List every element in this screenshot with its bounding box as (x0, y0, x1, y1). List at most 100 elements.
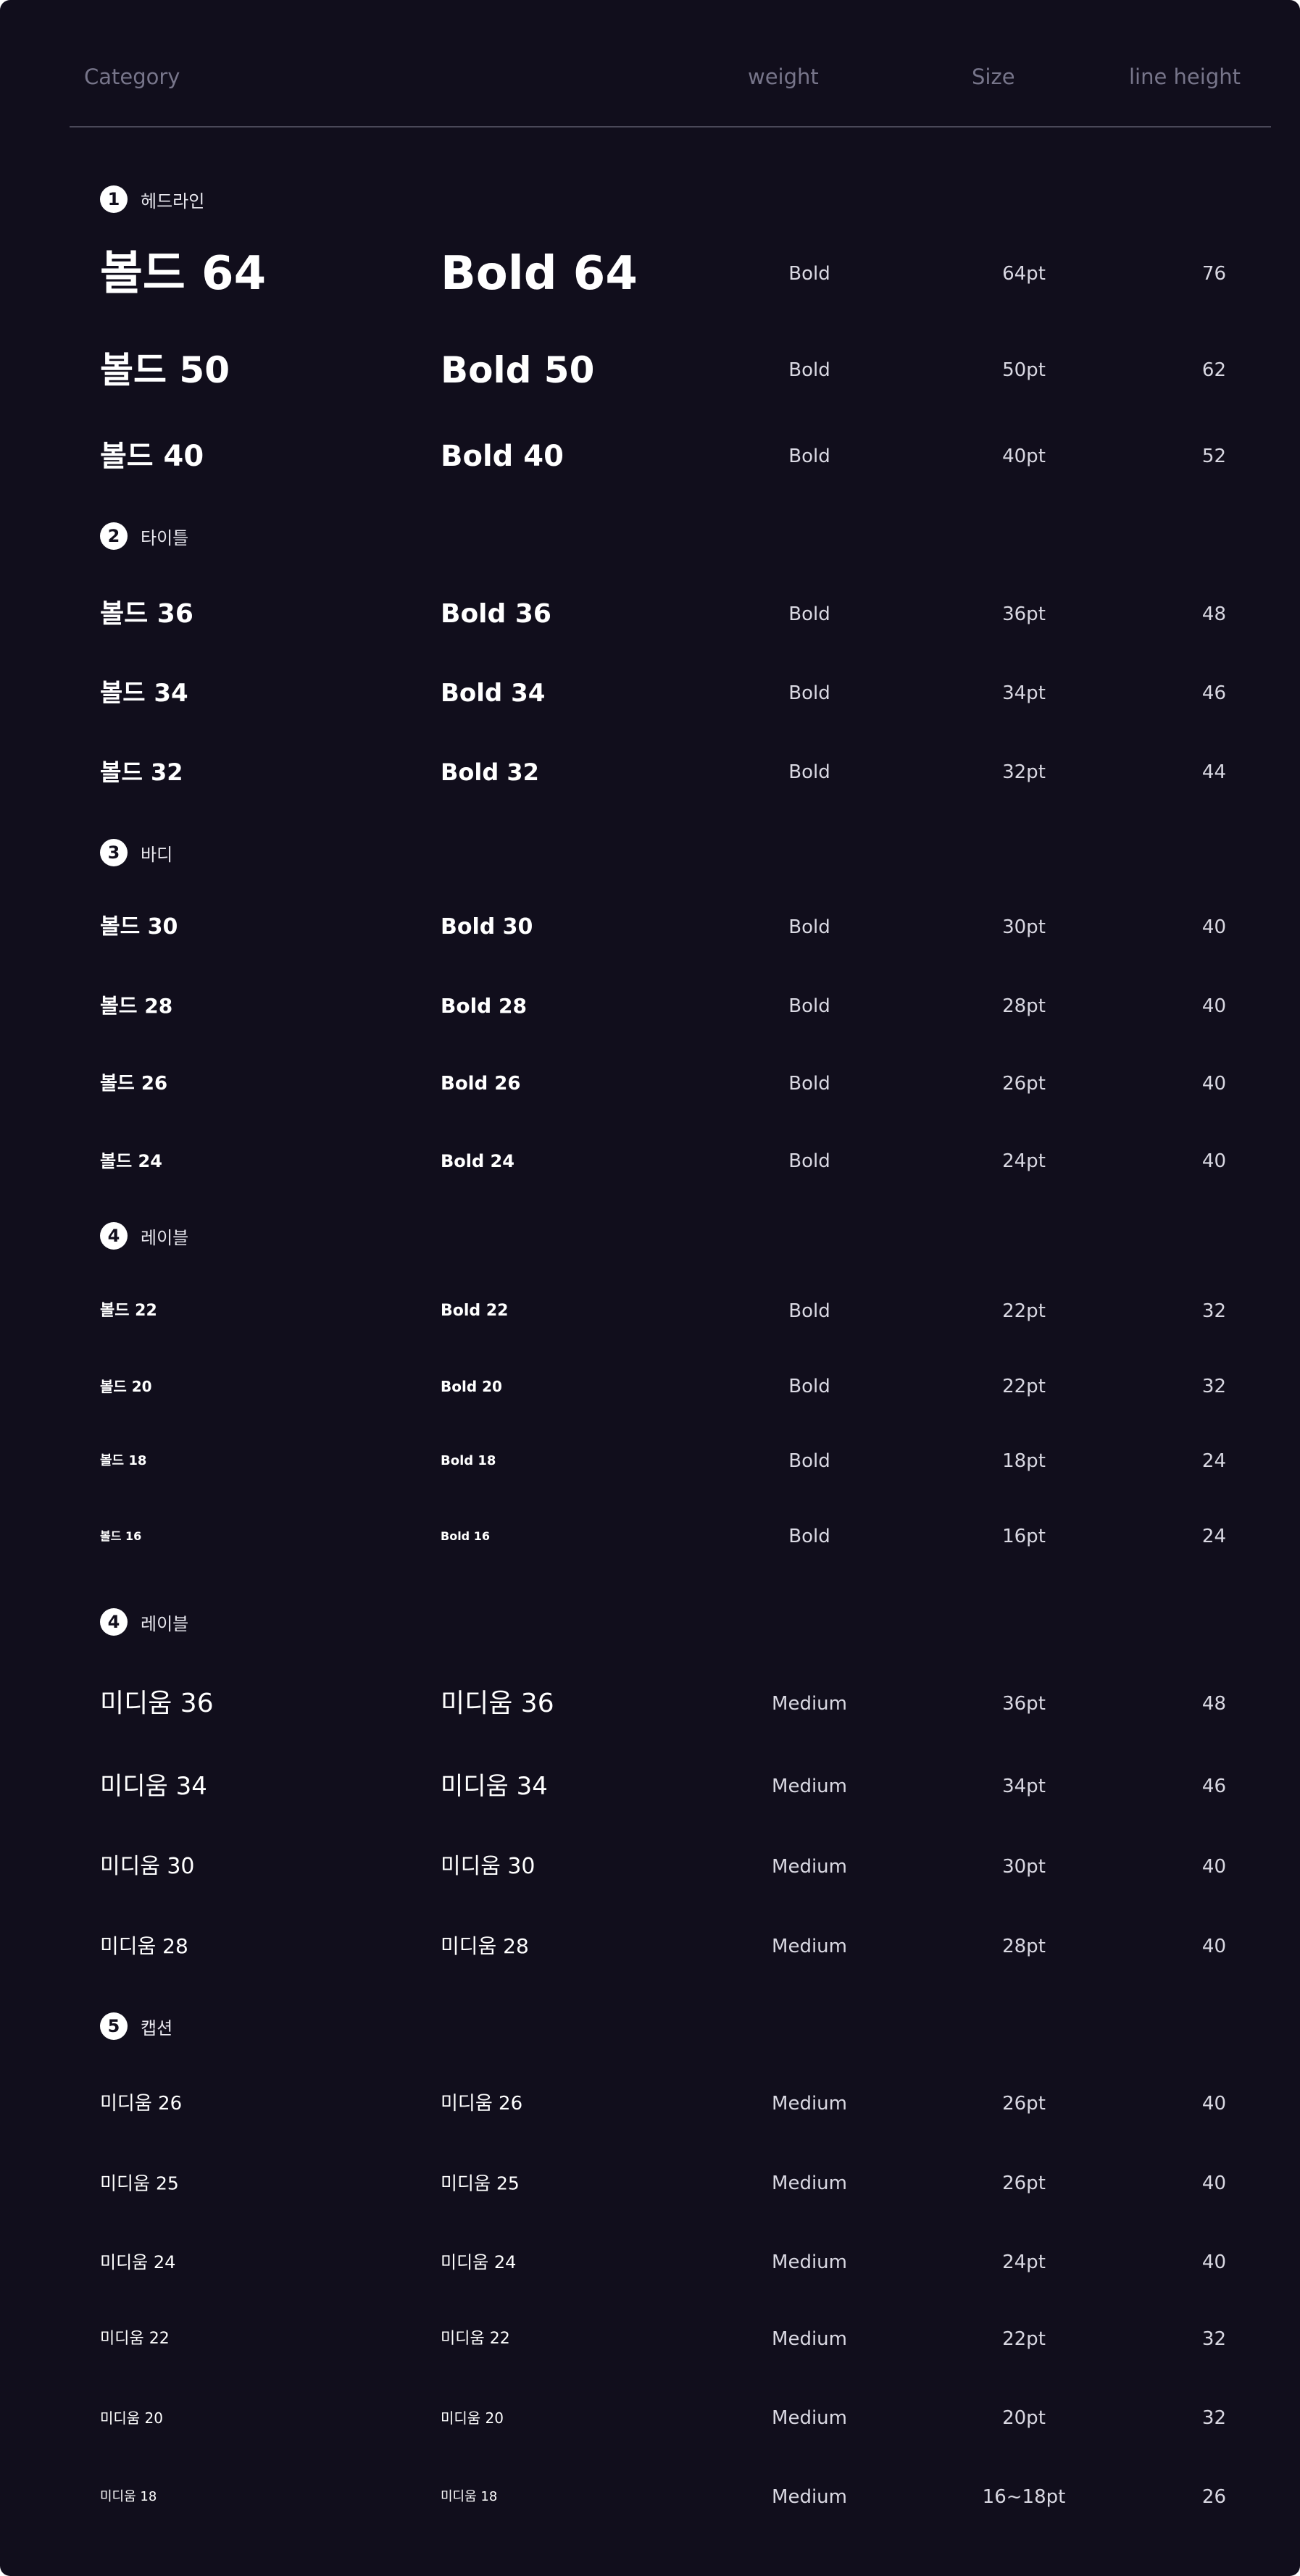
weight-value: Medium (772, 2173, 847, 2194)
weight-value: Bold (788, 1526, 830, 1547)
sample-korean: 볼드 34 (100, 679, 188, 708)
line-height-value: 44 (1201, 761, 1226, 783)
sample-english: Bold 28 (441, 994, 527, 1018)
sample-english: Bold 34 (441, 679, 546, 708)
section-number-badge: 4 (100, 1222, 128, 1250)
size-value: 16~18pt (982, 2486, 1066, 2508)
size-value: 18pt (1002, 1450, 1046, 1472)
weight-value: Bold (788, 603, 830, 625)
sample-english: 미디움 22 (441, 2330, 510, 2348)
header-line-height: line height (1129, 64, 1241, 89)
sample-english: Bold 18 (441, 1453, 496, 1468)
section-number-badge: 4 (100, 1608, 128, 1636)
sample-english: 미디움 25 (441, 2173, 520, 2194)
header-divider (70, 126, 1271, 127)
sample-korean: 미디움 34 (100, 1772, 207, 1801)
section-number-badge: 1 (100, 185, 128, 213)
sample-korean: 미디움 36 (100, 1689, 214, 1718)
sample-korean: 볼드 40 (100, 440, 204, 473)
size-value: 36pt (1002, 603, 1046, 625)
sample-english: 미디움 36 (441, 1689, 554, 1718)
sample-korean: 볼드 50 (100, 349, 230, 391)
size-value: 28pt (1002, 995, 1046, 1017)
weight-value: Bold (788, 446, 830, 467)
size-value: 26pt (1002, 2173, 1046, 2194)
sample-korean: 볼드 36 (100, 599, 193, 629)
weight-value: Medium (772, 1776, 847, 1797)
size-value: 30pt (1002, 916, 1046, 938)
sample-english: Bold 22 (441, 1302, 509, 1320)
sample-korean: 미디움 22 (100, 2330, 170, 2348)
weight-value: Medium (772, 2328, 847, 2350)
size-value: 36pt (1002, 1693, 1046, 1715)
line-height-value: 62 (1201, 359, 1226, 381)
size-value: 24pt (1002, 1150, 1046, 1172)
line-height-value: 40 (1201, 1073, 1226, 1095)
size-value: 20pt (1002, 2407, 1046, 2429)
weight-value: Medium (772, 2093, 847, 2115)
section-label-group: 4 레이블 (100, 1221, 188, 1250)
weight-value: Medium (772, 2486, 847, 2508)
sample-english: Bold 16 (441, 1529, 490, 1543)
sample-english: 미디움 30 (441, 1854, 536, 1879)
line-height-value: 40 (1201, 2093, 1226, 2115)
header-weight: weight (748, 64, 819, 89)
weight-value: Bold (788, 995, 830, 1017)
section-label: 바디 (141, 844, 173, 865)
line-height-value: 32 (1201, 1376, 1226, 1397)
weight-value: Bold (788, 1300, 830, 1322)
weight-value: Bold (788, 1073, 830, 1095)
section-label: 레이블 (141, 1227, 189, 1248)
typography-panel: Category weight Size line height 1 헤드라인 … (0, 0, 1300, 2576)
sample-korean: 볼드 24 (100, 1151, 162, 1171)
sample-english: Bold 26 (441, 1073, 521, 1095)
size-value: 34pt (1002, 682, 1046, 704)
line-height-value: 40 (1201, 1856, 1226, 1878)
sample-korean: 볼드 30 (100, 914, 178, 940)
line-height-value: 40 (1201, 1150, 1226, 1172)
sample-english: Bold 20 (441, 1378, 502, 1395)
sample-english: Bold 30 (441, 914, 533, 940)
sample-korean: 미디움 20 (100, 2409, 164, 2427)
section-label-group-medium: 4 레이블 (100, 1607, 188, 1636)
line-height-value: 40 (1201, 995, 1226, 1017)
sample-english: Bold 36 (441, 599, 551, 629)
weight-value: Bold (788, 916, 830, 938)
line-height-value: 46 (1201, 682, 1226, 704)
section-number-badge: 2 (100, 522, 128, 550)
line-height-value: 52 (1201, 446, 1226, 467)
size-value: 50pt (1002, 359, 1046, 381)
weight-value: Bold (788, 1150, 830, 1172)
sample-korean: 볼드 22 (100, 1302, 157, 1320)
weight-value: Bold (788, 761, 830, 783)
weight-value: Bold (788, 263, 830, 285)
sample-english: Bold 50 (441, 349, 595, 391)
line-height-value: 46 (1201, 1776, 1226, 1797)
size-value: 22pt (1002, 1376, 1046, 1397)
section-label: 캡션 (141, 2017, 173, 2038)
weight-value: Medium (772, 2407, 847, 2429)
sample-korean: 볼드 20 (100, 1378, 152, 1395)
line-height-value: 40 (1201, 1936, 1226, 1957)
sample-korean: 볼드 28 (100, 994, 173, 1018)
weight-value: Bold (788, 359, 830, 381)
line-height-value: 40 (1201, 2251, 1226, 2273)
size-value: 22pt (1002, 1300, 1046, 1322)
sample-korean: 볼드 26 (100, 1073, 168, 1095)
size-value: 24pt (1002, 2251, 1046, 2273)
section-headline: 1 헤드라인 (100, 185, 204, 214)
section-body: 3 바디 (100, 838, 172, 867)
line-height-value: 48 (1201, 1693, 1226, 1715)
sample-english: 미디움 18 (441, 2489, 498, 2504)
section-caption: 5 캡션 (100, 2012, 172, 2041)
weight-value: Medium (772, 1856, 847, 1878)
section-label: 레이블 (141, 1613, 189, 1634)
header-category: Category (84, 64, 180, 89)
line-height-value: 48 (1201, 603, 1226, 625)
weight-value: Bold (788, 1376, 830, 1397)
size-value: 30pt (1002, 1856, 1046, 1878)
sample-english: Bold 64 (441, 247, 638, 301)
line-height-value: 32 (1201, 2328, 1226, 2350)
weight-value: Bold (788, 682, 830, 704)
sample-korean: 볼드 64 (100, 247, 267, 301)
